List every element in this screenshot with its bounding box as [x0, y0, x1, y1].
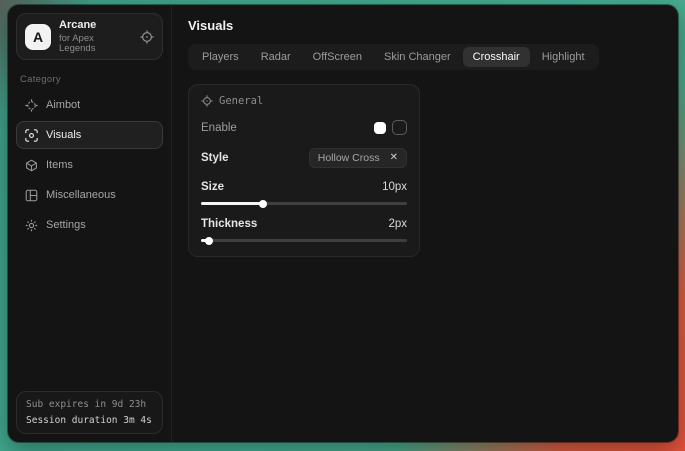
- remove-style-icon[interactable]: ✕: [390, 153, 398, 163]
- gear-icon: [25, 219, 38, 232]
- sidebar-item-label: Aimbot: [46, 99, 80, 111]
- thickness-row: Thickness 2px: [201, 218, 407, 230]
- sidebar-item-miscellaneous[interactable]: Miscellaneous: [16, 181, 163, 209]
- sidebar: A Arcane for Apex Legends Category: [8, 5, 172, 442]
- tab-bar: Players Radar OffScreen Skin Changer Cro…: [188, 44, 599, 70]
- main-content: Visuals Players Radar OffScreen Skin Cha…: [172, 5, 678, 442]
- sidebar-item-label: Miscellaneous: [46, 189, 116, 201]
- category-label: Category: [20, 74, 159, 85]
- size-value: 10px: [382, 181, 407, 193]
- thickness-label: Thickness: [201, 218, 257, 230]
- sub-expiry-text: Sub expires in 9d 23h: [26, 399, 153, 410]
- style-selected-value: Hollow Cross: [318, 152, 380, 164]
- general-panel: General Enable Style Hollow Cross ✕: [188, 84, 420, 257]
- size-slider-thumb[interactable]: [259, 200, 267, 208]
- scope-icon: [140, 30, 154, 44]
- crosshair-icon: [25, 99, 38, 112]
- color-swatch[interactable]: [374, 122, 386, 134]
- session-duration-text: Session duration 3m 4s: [26, 415, 153, 426]
- sidebar-item-label: Settings: [46, 219, 86, 231]
- brand-subtitle: for Apex Legends: [59, 34, 132, 53]
- cube-icon: [25, 159, 38, 172]
- tab-highlight[interactable]: Highlight: [532, 47, 595, 67]
- enable-checkbox[interactable]: [392, 120, 407, 135]
- size-label: Size: [201, 181, 224, 193]
- tab-skin-changer[interactable]: Skin Changer: [374, 47, 461, 67]
- thickness-value: 2px: [388, 218, 407, 230]
- brand-initial: A: [33, 29, 43, 45]
- enable-label: Enable: [201, 122, 237, 134]
- style-label: Style: [201, 152, 229, 164]
- size-row: Size 10px: [201, 181, 407, 193]
- enable-row: Enable: [201, 120, 407, 135]
- brand-text: Arcane for Apex Legends: [59, 20, 132, 53]
- scan-eye-icon: [25, 129, 38, 142]
- thickness-slider-thumb[interactable]: [205, 237, 213, 245]
- subscription-info-card: Sub expires in 9d 23h Session duration 3…: [16, 391, 163, 434]
- panel-header: General: [201, 95, 407, 107]
- style-row: Style Hollow Cross ✕: [201, 148, 407, 168]
- sidebar-item-aimbot[interactable]: Aimbot: [16, 91, 163, 119]
- tab-crosshair[interactable]: Crosshair: [463, 47, 530, 67]
- sidebar-item-label: Items: [46, 159, 73, 171]
- enable-controls: [374, 120, 407, 135]
- crosshair-target-icon: [201, 95, 213, 107]
- size-slider-fill: [201, 202, 263, 205]
- tab-radar[interactable]: Radar: [251, 47, 301, 67]
- brand-card: A Arcane for Apex Legends: [16, 13, 163, 60]
- size-slider[interactable]: [201, 202, 407, 205]
- panel-header-label: General: [219, 95, 263, 107]
- thickness-slider-fill: [201, 239, 209, 242]
- brand-title: Arcane: [59, 20, 132, 31]
- thickness-slider[interactable]: [201, 239, 407, 242]
- style-select-chip[interactable]: Hollow Cross ✕: [309, 148, 407, 168]
- brand-logo: A: [25, 24, 51, 50]
- app-window: A Arcane for Apex Legends Category: [8, 5, 678, 442]
- sidebar-item-label: Visuals: [46, 129, 81, 141]
- sidebar-item-visuals[interactable]: Visuals: [16, 121, 163, 149]
- sidebar-item-settings[interactable]: Settings: [16, 211, 163, 239]
- layout-icon: [25, 189, 38, 202]
- page-title: Visuals: [188, 18, 662, 33]
- tab-players[interactable]: Players: [192, 47, 249, 67]
- sidebar-nav: Aimbot Visuals Items: [16, 91, 163, 239]
- tab-offscreen[interactable]: OffScreen: [303, 47, 372, 67]
- sidebar-item-items[interactable]: Items: [16, 151, 163, 179]
